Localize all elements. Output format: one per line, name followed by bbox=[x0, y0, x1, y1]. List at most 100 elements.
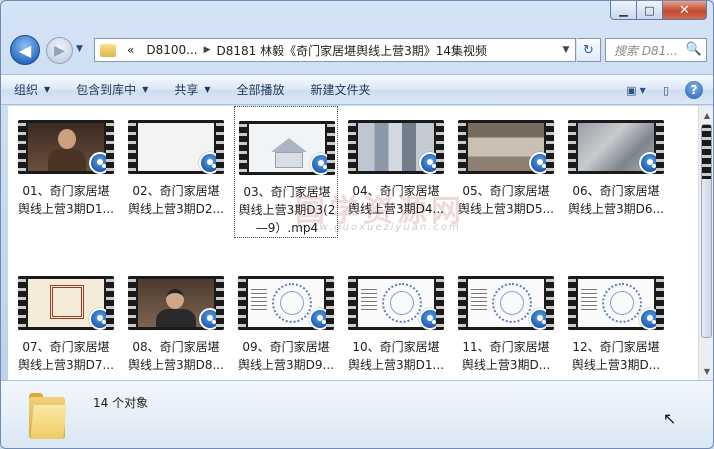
video-thumbnail bbox=[348, 120, 444, 174]
share-label: 共享 bbox=[174, 83, 199, 97]
view-controls: ▣ ▼ ▯ ? bbox=[625, 79, 703, 101]
file-name: 06、奇门家居堪 舆线上营3期D6... bbox=[564, 182, 668, 218]
file-name-line: 11、奇门家居堪 bbox=[462, 340, 550, 354]
change-view-button[interactable]: ▣ ▼ bbox=[625, 79, 647, 101]
file-item[interactable]: 10、奇门家居堪 舆线上营3期D1... bbox=[344, 262, 448, 380]
video-thumbnail bbox=[128, 120, 224, 174]
vertical-scrollbar[interactable]: ▲ ▼ bbox=[698, 106, 713, 380]
file-name-line: 09、奇门家居堪 bbox=[242, 340, 330, 354]
file-name-line: 舆线上营3期D7... bbox=[18, 358, 114, 372]
file-name-line: 07、奇门家居堪 bbox=[22, 340, 110, 354]
organize-label: 组织 bbox=[14, 83, 39, 97]
play-all-label: 全部播放 bbox=[236, 83, 285, 97]
media-player-icon bbox=[310, 153, 332, 175]
chevron-down-icon: ▼ bbox=[639, 85, 646, 95]
maximize-button[interactable]: □ bbox=[637, 1, 663, 20]
scroll-up-icon[interactable]: ▲ bbox=[700, 107, 713, 123]
media-player-icon bbox=[309, 308, 331, 330]
video-thumbnail bbox=[348, 276, 444, 330]
help-button[interactable]: ? bbox=[685, 81, 703, 99]
recent-pages-button[interactable]: ▼ bbox=[76, 44, 83, 54]
file-name: 02、奇门家居堪 舆线上营3期D2... bbox=[124, 182, 228, 218]
chevron-down-icon: ▼ bbox=[44, 85, 51, 94]
media-player-icon bbox=[419, 152, 441, 174]
file-name-line: 10、奇门家居堪 bbox=[352, 340, 440, 354]
back-button[interactable]: ◀ bbox=[10, 35, 40, 65]
file-item[interactable]: 03、奇门家居堪 舆线上营3期D3(2 —9）.mp4 bbox=[234, 106, 338, 238]
refresh-button[interactable]: ↻ bbox=[577, 38, 601, 62]
video-thumbnail bbox=[238, 276, 334, 330]
caption-buttons: ▁ □ ✕ bbox=[610, 1, 707, 20]
view-icon: ▣ bbox=[626, 83, 637, 97]
file-name-line: 舆线上营3期D1... bbox=[18, 202, 114, 216]
folder-icon bbox=[100, 43, 116, 57]
file-name-line: 舆线上营3期D3(2 bbox=[238, 203, 336, 217]
file-item[interactable]: 05、奇门家居堪 舆线上营3期D5... bbox=[454, 106, 558, 246]
file-item[interactable]: 02、奇门家居堪 舆线上营3期D2... bbox=[124, 106, 228, 246]
media-player-icon bbox=[199, 152, 221, 174]
include-in-library-menu[interactable]: 包含到库中 ▼ bbox=[63, 75, 161, 104]
mouse-cursor-icon: ↖ bbox=[663, 409, 677, 428]
preview-pane-icon: ▯ bbox=[662, 83, 670, 97]
media-player-icon bbox=[529, 152, 551, 174]
address-overflow[interactable]: « bbox=[121, 43, 140, 57]
media-player-icon bbox=[529, 308, 551, 330]
new-folder-button[interactable]: 新建文件夹 bbox=[298, 75, 384, 104]
forward-button[interactable]: ▶ bbox=[46, 37, 73, 64]
media-player-icon bbox=[639, 308, 661, 330]
file-name-line: 舆线上营3期D2... bbox=[128, 202, 224, 216]
close-button[interactable]: ✕ bbox=[663, 1, 707, 20]
breadcrumb-chevron-icon[interactable]: ▶ bbox=[204, 45, 211, 55]
new-folder-label: 新建文件夹 bbox=[310, 83, 371, 97]
navigation-bar: ◀ ▶ ▼ « D8100... ▶ D8181 林毅《奇门家居堪舆线上营3期》… bbox=[1, 31, 713, 69]
file-item[interactable]: 12、奇门家居堪 舆线上营3期D... bbox=[564, 262, 668, 380]
play-all-button[interactable]: 全部播放 bbox=[224, 75, 298, 104]
file-name-line: 舆线上营3期D1... bbox=[348, 358, 444, 372]
item-count: 14 个对象 bbox=[93, 396, 149, 410]
file-name: 04、奇门家居堪 舆线上营3期D4... bbox=[344, 182, 448, 218]
share-menu[interactable]: 共享 ▼ bbox=[161, 75, 223, 104]
scrollbar-thumb[interactable] bbox=[701, 124, 712, 338]
breadcrumb-current[interactable]: D8181 林毅《奇门家居堪舆线上营3期》14集视频 bbox=[211, 42, 494, 59]
file-list[interactable]: 国学资源网 www.guoxueziyuan.com 01、奇门家居堪 舆线上营3… bbox=[8, 106, 698, 380]
file-item[interactable]: 07、奇门家居堪 舆线上营3期D7... bbox=[14, 262, 118, 380]
file-item[interactable]: 11、奇门家居堪 舆线上营3期D... bbox=[454, 262, 558, 380]
file-name: 12、奇门家居堪 舆线上营3期D... bbox=[564, 338, 668, 374]
file-item[interactable]: 09、奇门家居堪 舆线上营3期D9... bbox=[234, 262, 338, 380]
file-name-line: 04、奇门家居堪 bbox=[352, 184, 440, 198]
video-thumbnail bbox=[458, 120, 554, 174]
media-player-icon bbox=[89, 152, 111, 174]
preview-pane-button[interactable]: ▯ bbox=[655, 79, 677, 101]
file-name: 07、奇门家居堪 舆线上营3期D7... bbox=[14, 338, 118, 374]
file-name: 09、奇门家居堪 舆线上营3期D9... bbox=[234, 338, 338, 374]
file-name-line: 舆线上营3期D6... bbox=[568, 202, 664, 216]
address-dropdown-icon[interactable]: ▼ bbox=[557, 45, 575, 55]
video-thumbnail bbox=[568, 120, 664, 174]
breadcrumb-segment[interactable]: D8100... bbox=[140, 43, 203, 57]
file-name: 03、奇门家居堪 舆线上营3期D3(2 —9）.mp4 bbox=[235, 183, 339, 237]
explorer-window: ▁ □ ✕ ◀ ▶ ▼ « D8100... ▶ D8181 林毅《奇门家居堪舆… bbox=[0, 0, 714, 449]
file-name-line: 舆线上营3期D... bbox=[571, 358, 661, 372]
file-item[interactable]: 04、奇门家居堪 舆线上营3期D4... bbox=[344, 106, 448, 246]
search-placeholder: 搜索 D81... bbox=[614, 43, 678, 58]
file-item[interactable]: 01、奇门家居堪 舆线上营3期D1... bbox=[14, 106, 118, 246]
file-name-line: 06、奇门家居堪 bbox=[572, 184, 660, 198]
back-arrow-icon: ◀ bbox=[18, 40, 32, 60]
file-name-line: 05、奇门家居堪 bbox=[462, 184, 550, 198]
video-thumbnail bbox=[18, 276, 114, 330]
file-item[interactable]: 06、奇门家居堪 舆线上营3期D6... bbox=[564, 106, 668, 246]
organize-menu[interactable]: 组织 ▼ bbox=[1, 75, 63, 104]
file-name-line: 舆线上营3期D4... bbox=[348, 202, 444, 216]
media-player-icon bbox=[89, 308, 111, 330]
file-item[interactable]: 08、奇门家居堪 舆线上营3期D8... bbox=[124, 262, 228, 380]
search-input[interactable]: 搜索 D81... 🔍 bbox=[605, 38, 707, 62]
file-name-line: 03、奇门家居堪 bbox=[243, 185, 331, 199]
scroll-down-icon[interactable]: ▼ bbox=[700, 363, 713, 379]
address-bar[interactable]: « D8100... ▶ D8181 林毅《奇门家居堪舆线上营3期》14集视频 … bbox=[94, 38, 576, 62]
command-bar: 组织 ▼ 包含到库中 ▼ 共享 ▼ 全部播放 新建文件夹 ▣ ▼ ▯ ? bbox=[1, 74, 713, 105]
search-icon[interactable]: 🔍 bbox=[686, 42, 702, 57]
file-name-line: 舆线上营3期D9... bbox=[238, 358, 334, 372]
media-player-icon bbox=[639, 152, 661, 174]
file-name-line: 12、奇门家居堪 bbox=[572, 340, 660, 354]
minimize-button[interactable]: ▁ bbox=[610, 1, 637, 20]
